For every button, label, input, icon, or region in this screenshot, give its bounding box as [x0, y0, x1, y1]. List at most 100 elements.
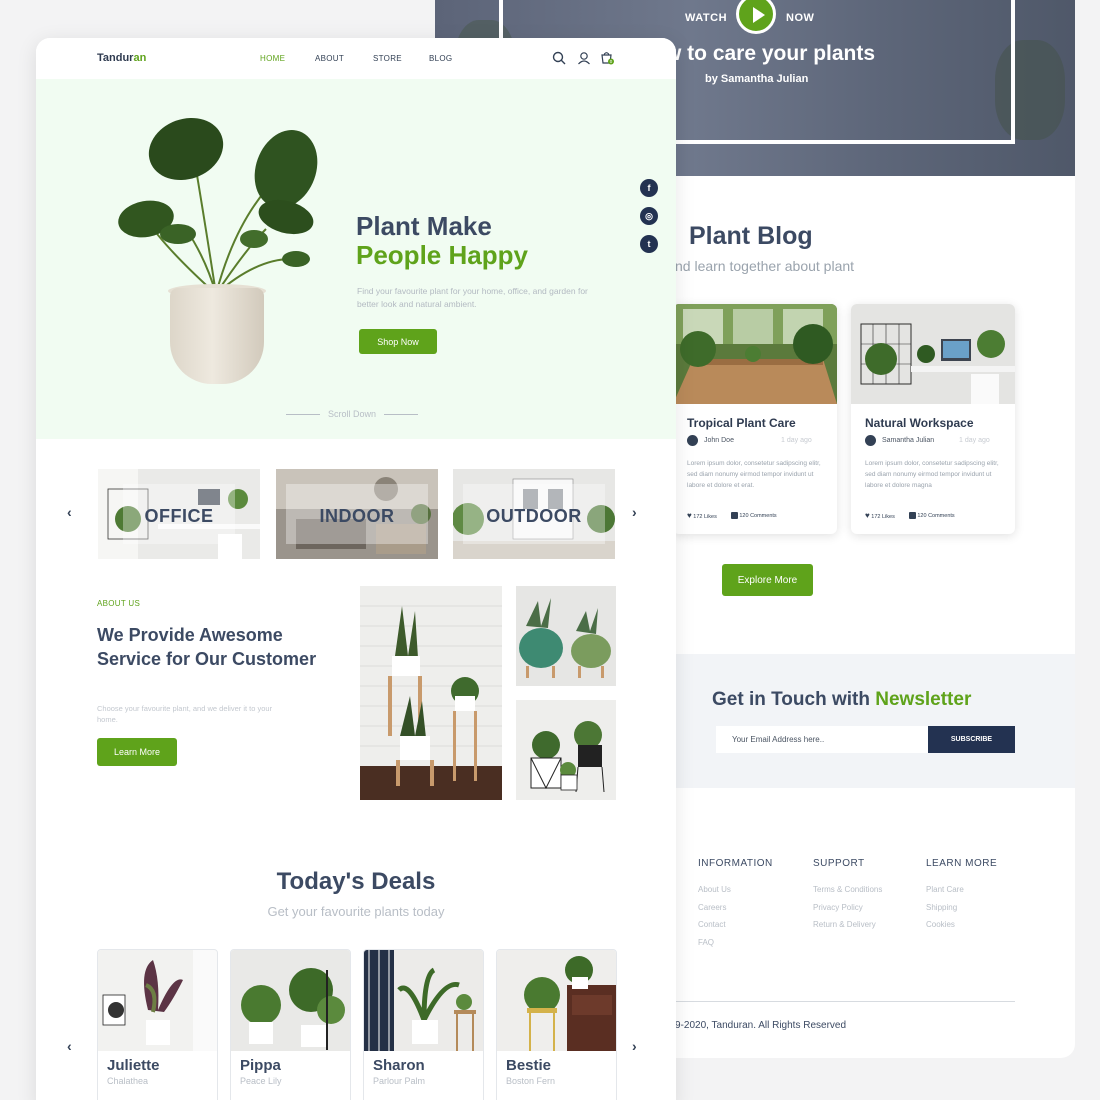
facebook-icon[interactable]: f [640, 179, 658, 197]
blog-subtitle: nd learn together about plant [675, 258, 855, 274]
author-name: Samantha Julian [882, 437, 935, 444]
nav-store[interactable]: STORE [373, 54, 402, 63]
footer-link[interactable]: Terms & Conditions [813, 881, 882, 899]
deal-name: Sharon [373, 1057, 425, 1074]
top-navigation: Tanduran HOME ABOUT STORE BLOG 0 [36, 38, 676, 79]
cart-icon[interactable]: 0 [600, 51, 614, 65]
newsletter-title-main: Get in Touch with [712, 689, 870, 710]
home-page-panel: Tanduran HOME ABOUT STORE BLOG 0 Plant M… [36, 38, 676, 1100]
blog-card-author: Samantha Julian [865, 435, 934, 446]
footer-link[interactable]: FAQ [698, 934, 773, 952]
watch-label: WATCH [685, 12, 728, 24]
flower-pot [170, 288, 264, 384]
user-icon[interactable] [577, 51, 591, 65]
footer-link[interactable]: Cookies [926, 916, 997, 934]
footer-link[interactable]: Shipping [926, 899, 997, 917]
deal-card[interactable]: Bestie Boston Fern [496, 949, 617, 1100]
blog-card-image [851, 304, 1015, 404]
comment-icon[interactable] [730, 512, 738, 519]
deal-card[interactable]: Pippa Peace Lily [230, 949, 351, 1100]
deal-card[interactable]: Sharon Parlour Palm [363, 949, 484, 1100]
footer-link[interactable]: Careers [698, 899, 773, 917]
comments-count: 120 Comments [917, 512, 955, 519]
scroll-down-indicator[interactable]: Scroll Down [286, 409, 419, 419]
logo-accent: an [133, 52, 147, 64]
footer-heading: SUPPORT [813, 858, 865, 869]
footer-link[interactable]: Contact [698, 916, 773, 934]
about-description: Choose your favourite plant, and we deli… [97, 704, 273, 724]
nav-about[interactable]: ABOUT [315, 54, 344, 63]
monstera-plant-image [118, 117, 318, 295]
subscribe-button[interactable]: SUBSCRIBE [928, 726, 1015, 753]
hero-section: Plant Make People Happy Find your favour… [36, 79, 676, 439]
explore-more-button[interactable]: Explore More [722, 564, 813, 596]
category-label: INDOOR [319, 505, 395, 526]
chevron-right-icon[interactable]: › [632, 1038, 637, 1054]
footer-divider [675, 1001, 1015, 1002]
chevron-left-icon[interactable]: ‹ [67, 1038, 72, 1054]
deal-image [231, 950, 350, 1051]
hero-title-line1: Plant Make [356, 211, 492, 241]
scroll-line [384, 413, 419, 415]
nav-home[interactable]: HOME [260, 54, 285, 63]
blog-card-author: John Doe [687, 435, 734, 446]
footer-link[interactable]: Plant Care [926, 881, 997, 899]
comments-count: 120 Comments [739, 512, 777, 519]
learn-more-button[interactable]: Learn More [97, 738, 177, 766]
newsletter-title: Get in Touch with Newsletter [712, 689, 971, 711]
category-card-outdoor[interactable]: OUTDOOR [453, 469, 615, 559]
heart-icon[interactable]: ♥ [865, 511, 870, 520]
blog-card[interactable]: Natural Workspace Samantha Julian 1 day … [851, 304, 1015, 534]
blog-card-excerpt: Lorem ipsum dolor, consetetur sadipscing… [687, 460, 821, 489]
logo[interactable]: Tanduran [97, 52, 146, 64]
blog-card-title[interactable]: Tropical Plant Care [687, 416, 796, 430]
blog-card-image [673, 304, 837, 404]
footer-link[interactable]: About Us [698, 881, 773, 899]
footer-link[interactable]: Privacy Policy [813, 899, 882, 917]
deal-species: Boston Fern [506, 1076, 556, 1086]
chevron-left-icon[interactable]: ‹ [67, 504, 72, 520]
about-title: We Provide Awesome Service for Our Custo… [97, 625, 317, 669]
footer-heading: INFORMATION [698, 858, 773, 869]
blog-title: Plant Blog [689, 222, 813, 250]
deal-card[interactable]: Juliette Chalathea [97, 949, 218, 1100]
category-card-indoor[interactable]: INDOOR [276, 469, 438, 559]
comment-icon[interactable] [908, 512, 916, 519]
footer-link[interactable]: Return & Delivery [813, 916, 882, 934]
deals-title: Today's Deals [276, 868, 436, 895]
video-author: by Samantha Julian [705, 73, 809, 85]
footer-column-learn-more: LEARN MORE Plant Care Shipping Cookies [926, 858, 997, 934]
category-label: OFFICE [144, 505, 214, 526]
post-time: 1 day ago [959, 437, 990, 444]
video-title: w to care your plants [665, 42, 876, 65]
footer-column-information: INFORMATION About Us Careers Contact FAQ [698, 858, 773, 951]
avatar-icon [865, 435, 876, 446]
hero-description: Find your favourite plant for your home,… [357, 286, 588, 309]
twitter-icon[interactable]: t [640, 235, 658, 253]
snake-plant-stand-photo [360, 586, 502, 800]
instagram-icon[interactable]: ◎ [640, 207, 658, 225]
succulent-pots-photo [516, 586, 616, 686]
category-label: OUTDOOR [486, 505, 582, 526]
shop-now-button[interactable]: Shop Now [359, 329, 437, 354]
newsletter-title-accent: Newsletter [875, 689, 972, 710]
blog-card[interactable]: Tropical Plant Care John Doe 1 day ago L… [673, 304, 837, 534]
chevron-right-icon[interactable]: › [632, 504, 637, 520]
scroll-line [286, 413, 320, 415]
deal-image [98, 950, 217, 1051]
search-icon[interactable] [552, 51, 566, 65]
email-input[interactable]: Your Email Address here.. [716, 726, 928, 753]
scroll-label: Scroll Down [328, 409, 377, 419]
nav-blog[interactable]: BLOG [429, 54, 452, 63]
deal-image [497, 950, 616, 1051]
likes-count: 172 Likes [693, 514, 717, 520]
geometric-pots-photo [516, 700, 616, 800]
category-card-office[interactable]: OFFICE [98, 469, 260, 559]
deal-name: Juliette [107, 1057, 160, 1074]
copyright-text: 9-2020, Tanduran. All Rights Reserved [675, 1020, 847, 1031]
blog-card-title[interactable]: Natural Workspace [865, 416, 974, 430]
heart-icon[interactable]: ♥ [687, 511, 692, 520]
footer-heading: LEARN MORE [926, 858, 998, 869]
logo-main: Tandur [97, 52, 134, 64]
hero-title-line2: People Happy [356, 240, 528, 270]
